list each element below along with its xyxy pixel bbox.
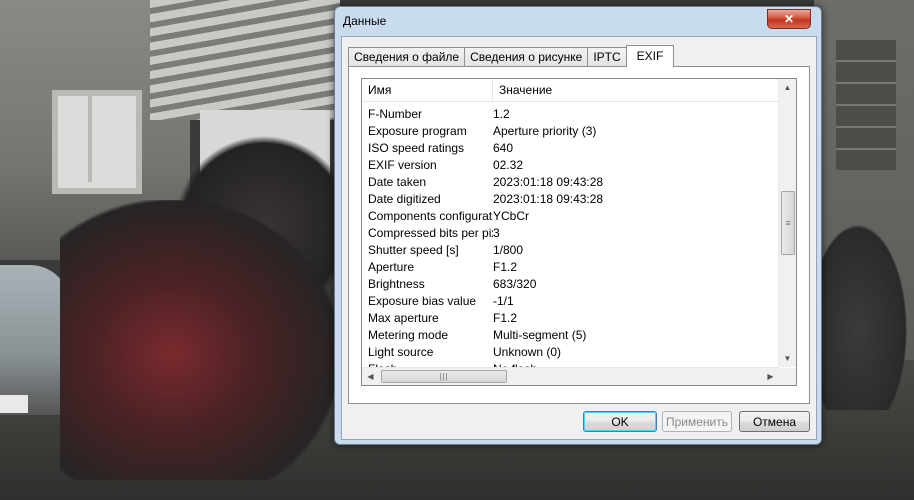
row-value: Aperture priority (3)	[493, 123, 597, 138]
cancel-button[interactable]: Отмена	[739, 411, 810, 432]
exif-list[interactable]: Имя Значение F-Number 1.2 Exposure program…	[361, 78, 797, 386]
scroll-left-icon[interactable]: ◀	[362, 368, 379, 385]
row-name: Aperture	[368, 259, 415, 274]
table-row[interactable]: Aperture F1.2	[362, 258, 782, 275]
table-row[interactable]: Date digitized 2023:01:18 09:43:28	[362, 190, 782, 207]
row-value: 683/320	[493, 276, 537, 291]
table-row[interactable]: Light source Unknown (0)	[362, 343, 782, 360]
row-name: Exposure bias value	[368, 293, 477, 308]
tab-iptc[interactable]: IPTC	[587, 47, 627, 67]
row-value: F1.2	[493, 259, 518, 274]
row-name: Compressed bits per pixel	[368, 225, 493, 240]
row-value: F1.2	[493, 310, 518, 325]
table-row[interactable]: Compressed bits per pixel 3	[362, 224, 782, 241]
row-value: YCbCr	[493, 208, 530, 223]
row-value: Multi-segment (5)	[493, 327, 587, 342]
exif-rows: F-Number 1.2 Exposure program Aperture prio…	[362, 105, 782, 377]
table-row[interactable]: ISO speed ratings 640	[362, 139, 782, 156]
scroll-right-icon[interactable]: ▶	[762, 368, 779, 385]
dialog-title: Данные	[343, 14, 387, 28]
tab-exif[interactable]: EXIF	[625, 45, 675, 67]
exif-tab-panel: Имя Значение F-Number 1.2 Exposure program…	[348, 66, 810, 404]
row-name: Max aperture	[368, 310, 439, 325]
table-row[interactable]: Shutter speed [s] 1/800	[362, 241, 782, 258]
table-row[interactable]: Metering mode Multi-segment (5)	[362, 326, 782, 343]
scrollbar-corner	[779, 368, 796, 385]
tab-strip: Сведения о файле Сведения о рисунке IPTC…	[348, 45, 675, 67]
row-name: Exposure program	[368, 123, 467, 138]
dialog-titlebar[interactable]: Данные ✕	[335, 7, 821, 33]
background-awning	[150, 0, 340, 120]
background-debris-right	[820, 210, 914, 410]
background-license-plate	[0, 395, 28, 413]
row-value: 1/800	[493, 242, 524, 257]
table-row[interactable]: Exposure program Aperture priority (3)	[362, 122, 782, 139]
table-row[interactable]: Exposure bias value -1/1	[362, 292, 782, 309]
row-name: Date digitized	[368, 191, 441, 206]
row-name: Shutter speed [s]	[368, 242, 459, 257]
row-value: 02.32	[493, 157, 524, 172]
background-right-window	[836, 40, 896, 170]
table-row[interactable]: Date taken 2023:01:18 09:43:28	[362, 173, 782, 190]
close-button[interactable]: ✕	[767, 9, 811, 29]
row-value: 2023:01:18 09:43:28	[493, 191, 604, 206]
row-value: Unknown (0)	[493, 344, 562, 359]
close-icon: ✕	[783, 12, 795, 26]
row-value: 1.2	[493, 106, 510, 121]
row-name: F-Number	[368, 106, 423, 121]
dialog-client-area: Сведения о файле Сведения о рисунке IPTC…	[341, 36, 817, 440]
row-name: Components configuration	[368, 208, 493, 223]
background-window	[52, 90, 142, 194]
background-wreckage	[60, 200, 340, 480]
background-window-frame	[88, 90, 92, 182]
tab-image-info[interactable]: Сведения о рисунке	[464, 47, 589, 67]
row-name: ISO speed ratings	[368, 140, 465, 155]
table-row[interactable]: F-Number 1.2	[362, 105, 782, 122]
list-header: Имя Значение	[362, 79, 782, 102]
ok-button[interactable]: OK	[583, 411, 657, 432]
row-value: -1/1	[493, 293, 514, 308]
table-row[interactable]: EXIF version 02.32	[362, 156, 782, 173]
tab-file-info[interactable]: Сведения о файле	[348, 47, 466, 67]
row-name: Brightness	[368, 276, 425, 291]
column-header-name[interactable]: Имя	[362, 79, 493, 101]
scroll-down-icon[interactable]: ▼	[779, 350, 796, 367]
vertical-scrollbar[interactable]: ▲ ≡ ▼	[778, 79, 796, 367]
table-row[interactable]: Max aperture F1.2	[362, 309, 782, 326]
row-name: Date taken	[368, 174, 427, 189]
row-name: Light source	[368, 344, 434, 359]
row-value: 640	[493, 140, 514, 155]
table-row[interactable]: Components configurationYCbCr	[362, 207, 782, 224]
vertical-scroll-thumb[interactable]: ≡	[781, 191, 795, 255]
apply-button[interactable]: Применить	[662, 411, 732, 432]
column-header-value[interactable]: Значение	[493, 79, 779, 101]
properties-dialog: Данные ✕ Сведения о файле Сведения о рис…	[334, 6, 822, 445]
row-name: Metering mode	[368, 327, 449, 342]
row-value: 2023:01:18 09:43:28	[493, 174, 604, 189]
table-row[interactable]: Brightness 683/320	[362, 275, 782, 292]
row-name: EXIF version	[368, 157, 437, 172]
horizontal-scroll-thumb[interactable]: |||	[381, 370, 507, 383]
row-value: 3	[493, 225, 500, 240]
horizontal-scrollbar[interactable]: ◀ ||| ▶	[362, 367, 779, 385]
scroll-up-icon[interactable]: ▲	[779, 79, 796, 96]
